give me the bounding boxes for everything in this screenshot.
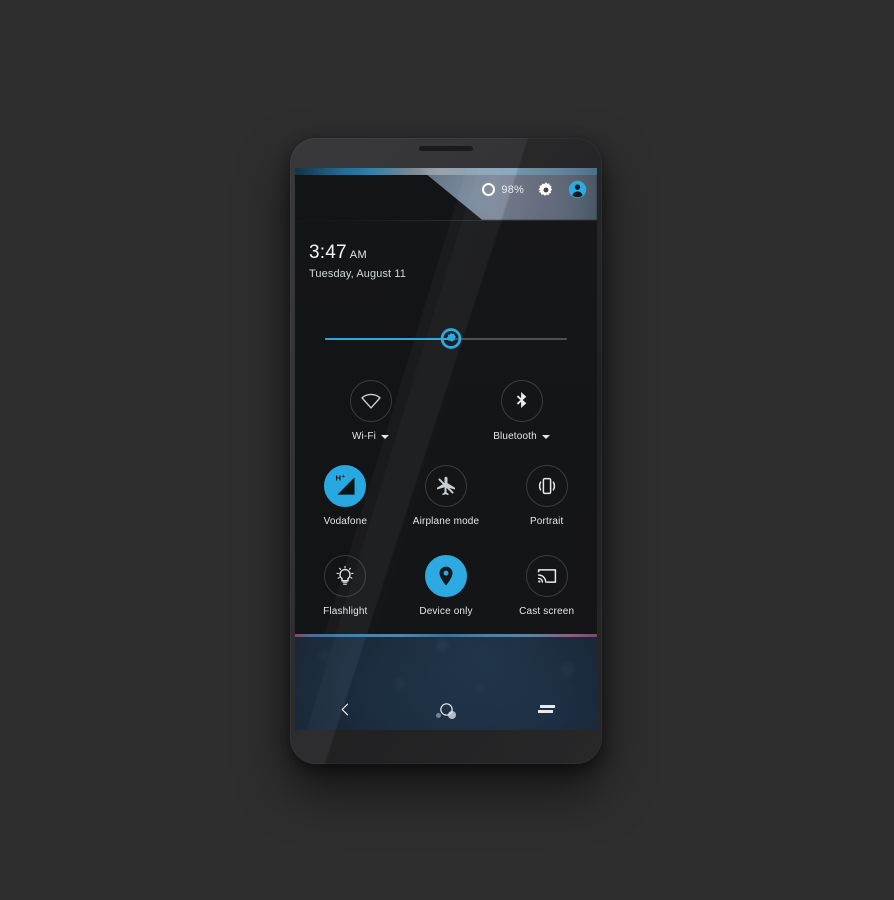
status-bar: 98% xyxy=(482,180,587,199)
tile-cast-label-group: Cast screen xyxy=(519,606,574,617)
cellular-signal-icon: H + xyxy=(336,473,355,495)
battery-status[interactable]: 98% xyxy=(482,183,524,196)
svg-text:+: + xyxy=(342,474,346,480)
nav-recents-button[interactable] xyxy=(496,688,597,730)
tile-vodafone[interactable]: H + Vodafone xyxy=(295,465,396,527)
nav-home-button[interactable] xyxy=(396,688,497,730)
bluetooth-tile-circle[interactable] xyxy=(500,380,543,422)
tile-row-1: Wi-Fi Bluetooth xyxy=(295,380,597,442)
cast-screen-icon xyxy=(537,569,556,583)
tile-device-only-label: Device only xyxy=(419,606,473,617)
stage: 98% 3:47 AM Tuesday, August 11 Wi-Fi Blu… xyxy=(0,0,894,900)
clock-time: 3:47 xyxy=(309,242,347,263)
wifi-icon xyxy=(360,393,381,409)
tile-wifi[interactable]: Wi-Fi xyxy=(295,380,446,442)
battery-percent-label: 98% xyxy=(501,183,524,196)
tile-wifi-label: Wi-Fi xyxy=(351,431,377,442)
phone-device: 98% 3:47 AM Tuesday, August 11 Wi-Fi Blu… xyxy=(290,138,602,764)
tile-row-3: Flashlight Device only Cast screen xyxy=(295,555,597,617)
brightness-slider[interactable] xyxy=(325,328,567,350)
quick-settings-panel: 98% 3:47 AM Tuesday, August 11 Wi-Fi Blu… xyxy=(295,168,597,634)
tile-flashlight-label: Flashlight xyxy=(323,606,368,617)
brightness-fill xyxy=(325,338,451,340)
device-only-tile-circle[interactable] xyxy=(425,555,467,597)
vodafone-tile-circle[interactable]: H + xyxy=(324,465,367,507)
tile-portrait-label-group: Portrait xyxy=(530,516,563,527)
bluetooth-icon xyxy=(516,392,526,408)
tile-portrait[interactable]: Portrait xyxy=(496,465,597,527)
panel-bottom-edge xyxy=(295,634,597,637)
chevron-down-icon[interactable] xyxy=(381,434,390,439)
phone-screen: 98% 3:47 AM Tuesday, August 11 Wi-Fi Blu… xyxy=(295,168,597,730)
tile-wifi-label-group: Wi-Fi xyxy=(351,431,390,442)
tile-vodafone-label: Vodafone xyxy=(323,516,368,527)
tile-bluetooth[interactable]: Bluetooth xyxy=(446,380,597,442)
tile-portrait-label: Portrait xyxy=(529,516,564,527)
tile-row-2: H + Vodafone Airplane mode Portrait xyxy=(295,465,597,527)
navigation-bar xyxy=(295,688,597,730)
clock-date: Tuesday, August 11 xyxy=(309,268,406,280)
tile-airplane-mode[interactable]: Airplane mode xyxy=(396,465,497,527)
flashlight-tile-circle[interactable] xyxy=(324,555,367,597)
airplane-off-icon xyxy=(437,476,455,496)
clock-block: 3:47 AM Tuesday, August 11 xyxy=(309,242,406,280)
status-gradient-strip xyxy=(295,168,597,175)
brightness-thumb[interactable] xyxy=(440,328,462,349)
back-chevron-icon xyxy=(341,703,348,715)
tile-cast-label: Cast screen xyxy=(519,606,575,617)
clock-ampm: AM xyxy=(349,249,368,261)
tile-airplane-label-group: Airplane mode xyxy=(413,516,479,527)
recents-icon xyxy=(538,704,556,715)
clock-line: 3:47 AM xyxy=(309,242,406,264)
airplane-tile-circle[interactable] xyxy=(425,465,467,507)
tile-airplane-label: Airplane mode xyxy=(412,516,480,527)
svg-text:H: H xyxy=(336,473,342,482)
location-pin-icon xyxy=(439,566,453,586)
portrait-tile-circle[interactable] xyxy=(525,465,568,507)
rotation-lock-icon xyxy=(538,477,555,495)
earpiece-speaker xyxy=(419,146,473,151)
tile-flashlight-label-group: Flashlight xyxy=(323,606,367,617)
tile-flashlight[interactable]: Flashlight xyxy=(295,555,396,617)
cast-tile-circle[interactable] xyxy=(525,555,568,597)
tile-vodafone-label-group: Vodafone xyxy=(324,516,367,527)
battery-ring-icon xyxy=(482,183,496,196)
tile-device-only[interactable]: Device only xyxy=(396,555,497,617)
tile-bluetooth-label-group: Bluetooth xyxy=(493,431,550,442)
home-circle-icon xyxy=(439,702,453,716)
gear-icon[interactable] xyxy=(537,181,555,199)
flashlight-icon xyxy=(336,565,354,585)
user-avatar-icon[interactable] xyxy=(568,180,587,199)
tile-bluetooth-label: Bluetooth xyxy=(493,431,537,442)
wifi-tile-circle[interactable] xyxy=(349,380,392,422)
chevron-down-icon[interactable] xyxy=(541,434,550,439)
tile-cast-screen[interactable]: Cast screen xyxy=(496,555,597,617)
nav-back-button[interactable] xyxy=(295,688,396,730)
tile-device-only-label-group: Device only xyxy=(419,606,472,617)
